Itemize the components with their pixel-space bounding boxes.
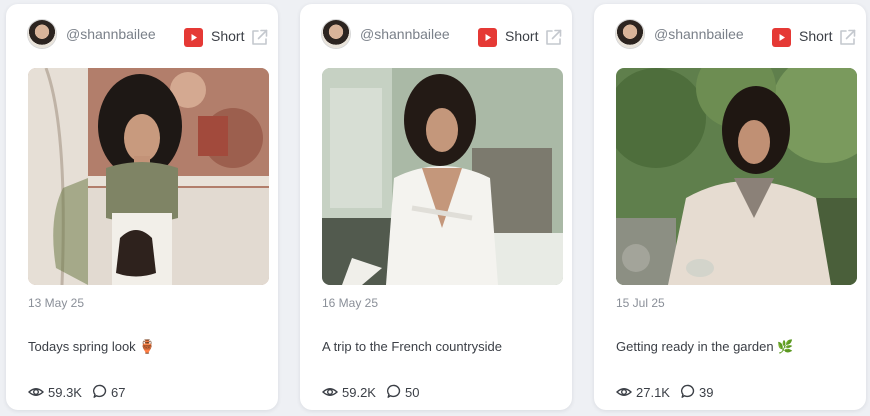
youtube-icon (772, 28, 791, 47)
card-header: @shannbailee Short (6, 4, 278, 64)
post-card[interactable]: @shannbailee Short 15 Jul 25 Getting rea… (594, 4, 866, 410)
post-card[interactable]: @shannbailee Short 16 May 25 A trip to t… (300, 4, 572, 410)
post-date: 13 May 25 (28, 296, 85, 310)
post-date: 15 Jul 25 (616, 296, 665, 310)
creator-handle[interactable]: @shannbailee (654, 26, 744, 42)
post-caption: A trip to the French countryside (322, 339, 502, 354)
view-count: 59.3K (48, 385, 82, 400)
comment-icon (386, 384, 402, 402)
eye-icon (27, 384, 45, 403)
comment-icon (680, 384, 696, 402)
avatar[interactable] (28, 20, 56, 48)
post-caption: Getting ready in the garden 🌿 (616, 339, 794, 354)
post-thumbnail[interactable] (322, 68, 563, 285)
comment-count: 50 (405, 385, 420, 400)
post-thumbnail[interactable] (28, 68, 269, 285)
view-count: 27.1K (636, 385, 670, 400)
card-header: @shannbailee Short (300, 4, 572, 64)
avatar[interactable] (616, 20, 644, 48)
post-date: 16 May 25 (322, 296, 379, 310)
post-thumbnail[interactable] (616, 68, 857, 285)
platform-label: Short (505, 28, 539, 44)
platform-label: Short (799, 28, 833, 44)
external-link-icon[interactable] (838, 28, 857, 52)
avatar[interactable] (322, 20, 350, 48)
eye-icon (615, 384, 633, 403)
creator-handle[interactable]: @shannbailee (66, 26, 156, 42)
youtube-icon (478, 28, 497, 47)
post-card[interactable]: @shannbailee Short 13 May 25 Todays spri… (6, 4, 278, 410)
comment-count: 67 (111, 385, 126, 400)
card-header: @shannbailee Short (594, 4, 866, 64)
external-link-icon[interactable] (544, 28, 563, 52)
view-count: 59.2K (342, 385, 376, 400)
creator-handle[interactable]: @shannbailee (360, 26, 450, 42)
external-link-icon[interactable] (250, 28, 269, 52)
platform-label: Short (211, 28, 245, 44)
comment-count: 39 (699, 385, 714, 400)
youtube-icon (184, 28, 203, 47)
comment-icon (92, 384, 108, 402)
post-caption: Todays spring look 🏺 (28, 339, 156, 354)
eye-icon (321, 384, 339, 403)
